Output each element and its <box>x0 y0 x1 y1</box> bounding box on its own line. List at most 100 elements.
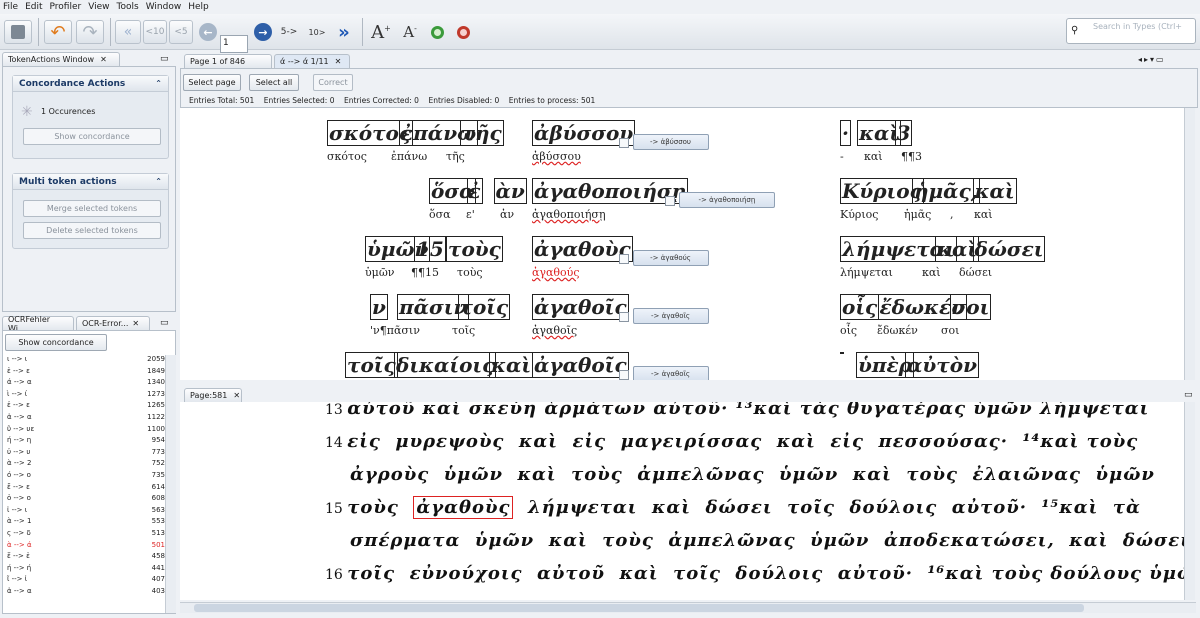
concordance-actions-header[interactable]: Concordance Actions ⌃ <box>13 76 168 92</box>
error-pattern-row[interactable]: ἔ --> ε 614 <box>7 483 165 494</box>
candidate-checkbox[interactable] <box>618 370 629 380</box>
menu-help[interactable]: Help <box>188 2 209 12</box>
select-page-button[interactable]: Select page <box>183 74 241 91</box>
token-image[interactable]: τοὺς <box>446 236 503 262</box>
token-image[interactable]: καὶ <box>972 178 1017 204</box>
token-image[interactable]: ν <box>370 294 388 320</box>
menu-window[interactable]: Window <box>146 2 182 12</box>
apply-correction-button[interactable]: -> ἀγαθούς <box>632 250 709 266</box>
tab-navigation-icons[interactable]: ◂▸▾▭ <box>1138 55 1166 64</box>
back-5-button[interactable]: <5 <box>169 20 193 44</box>
tab-token-actions[interactable]: TokenActions Window ✕ <box>2 52 120 66</box>
error-pattern-row[interactable]: ῦ --> υε 1100 <box>7 425 165 436</box>
tab-ocr-fehler[interactable]: OCRFehler Wi... <box>2 315 74 333</box>
error-pattern-row[interactable]: ή --> ή 441 <box>7 564 165 575</box>
error-pattern-row[interactable]: ι --> ι 2059 <box>7 355 165 366</box>
menu-tools[interactable]: Tools <box>117 2 139 12</box>
close-icon[interactable]: ✕ <box>233 391 240 400</box>
candidate-token-image[interactable]: ἀγαθοῖς <box>532 294 629 320</box>
tab-ocr-error[interactable]: OCR-Error... ✕ <box>76 316 150 330</box>
redo-button[interactable]: ↷ <box>76 20 104 44</box>
error-pattern-row[interactable]: ἐ --> ε 1265 <box>7 401 165 412</box>
error-pattern-row[interactable]: ὶ --> ί 1273 <box>7 390 165 401</box>
token-image[interactable]: · <box>840 120 851 146</box>
scroll-thumb[interactable] <box>194 604 1084 612</box>
concordance-scrollbar[interactable] <box>1184 108 1195 380</box>
close-icon[interactable]: ✕ <box>100 55 107 64</box>
tab-concordance[interactable]: ά --> ά 1/11 ✕ <box>274 54 350 68</box>
token-image[interactable]: 15 <box>414 236 446 262</box>
zoom-in-button[interactable] <box>426 20 448 44</box>
zoom-out-button[interactable] <box>452 20 474 44</box>
error-pattern-row[interactable]: ὰ --> 2 752 <box>7 459 165 470</box>
token-image[interactable]: δικαίοις <box>394 352 497 378</box>
error-pattern-row[interactable]: ὰ --> 1 553 <box>7 517 165 528</box>
multi-token-actions-header[interactable]: Multi token actions ⌃ <box>13 174 168 190</box>
token-image[interactable]: οἷς <box>840 294 880 320</box>
page-number-input[interactable]: 1 <box>220 35 248 53</box>
collapse-icon[interactable]: ⌃ <box>155 177 162 186</box>
candidate-checkbox[interactable] <box>618 138 629 148</box>
token-image[interactable]: αὐτὸν <box>905 352 979 378</box>
last-page-button[interactable]: » <box>332 20 356 44</box>
error-list-scrollbar[interactable] <box>165 355 176 613</box>
error-pattern-row[interactable]: ά --> α 1340 <box>7 378 165 389</box>
token-image[interactable]: σοι <box>949 294 992 320</box>
highlighted-token[interactable]: ἀγαθοὺς <box>413 496 514 519</box>
token-image[interactable]: ἐ <box>466 178 483 204</box>
error-pattern-row[interactable]: ό --> ο 735 <box>7 471 165 482</box>
error-pattern-row[interactable]: ή --> η 954 <box>7 436 165 447</box>
page-view-scrollbar[interactable] <box>1184 402 1195 600</box>
token-image[interactable] <box>840 352 844 354</box>
error-pattern-row[interactable]: ἰ --> ι 563 <box>7 506 165 517</box>
apply-correction-button[interactable]: -> ἀβύσσου <box>632 134 709 150</box>
select-all-button[interactable]: Select all <box>249 74 299 91</box>
token-image[interactable]: ὰν <box>493 178 527 204</box>
token-image[interactable]: τοῖς <box>457 294 511 320</box>
error-pattern-row[interactable]: ὰ --> ά 501 <box>7 541 165 552</box>
undo-button[interactable]: ↶ <box>44 20 72 44</box>
error-pattern-row[interactable]: ἕ --> ἑ 458 <box>7 552 165 563</box>
error-pattern-row[interactable]: ς --> δ 513 <box>7 529 165 540</box>
minimize-icon[interactable]: ▭ <box>1184 390 1193 400</box>
page-view-horizontal-scrollbar[interactable] <box>180 602 1196 613</box>
token-image[interactable]: ἡμᾶς, <box>912 178 980 204</box>
error-pattern-row[interactable]: ὁ --> ο 608 <box>7 494 165 505</box>
menu-edit[interactable]: Edit <box>25 2 42 12</box>
close-icon[interactable]: ✕ <box>132 319 139 328</box>
error-pattern-row[interactable]: ῖ --> ἰ 407 <box>7 575 165 586</box>
menu-profiler[interactable]: Profiler <box>50 2 82 12</box>
back-10-button[interactable]: <10 <box>143 20 167 44</box>
apply-correction-button[interactable]: -> ἀγαθοῖς <box>632 308 709 324</box>
menu-view[interactable]: View <box>88 2 109 12</box>
error-pattern-row[interactable]: ὐ --> υ 773 <box>7 448 165 459</box>
forward-10-button[interactable]: 10> <box>304 20 330 44</box>
error-pattern-row[interactable]: ἀ --> α 1122 <box>7 413 165 424</box>
tab-page[interactable]: Page 1 of 846 <box>184 54 272 68</box>
correct-button[interactable]: Correct <box>313 74 353 91</box>
merge-tokens-button[interactable]: Merge selected tokens <box>23 200 161 217</box>
candidate-checkbox[interactable] <box>618 254 629 264</box>
collapse-icon[interactable]: ⌃ <box>155 79 162 88</box>
candidate-token-image[interactable]: ἀγαθοῖς <box>532 352 629 378</box>
token-image[interactable]: τοῖς <box>345 352 398 378</box>
forward-5-button[interactable]: 5-> <box>276 20 302 44</box>
search-field[interactable]: ⚲ Search in Types (Ctrl+ <box>1066 18 1196 44</box>
show-concordance-button[interactable]: Show concordance <box>23 128 161 145</box>
candidate-checkbox[interactable] <box>618 312 629 322</box>
token-image[interactable]: δώσει <box>972 236 1046 262</box>
decrease-font-button[interactable]: A- <box>398 20 422 44</box>
first-page-button[interactable]: « <box>115 20 141 44</box>
token-image[interactable]: 3 <box>894 120 913 146</box>
token-image[interactable]: τῆς <box>459 120 504 146</box>
show-concordance-button[interactable]: Show concordance <box>5 334 107 351</box>
error-pattern-row[interactable]: ἑ --> ε 1849 <box>7 367 165 378</box>
candidate-checkbox[interactable] <box>664 196 675 206</box>
apply-correction-button[interactable]: -> ἀγαθοποιήσῃ <box>678 192 776 208</box>
delete-tokens-button[interactable]: Delete selected tokens <box>23 222 161 239</box>
error-pattern-row[interactable]: ἀ --> α 403 <box>7 587 165 598</box>
token-image[interactable]: καὶ <box>489 352 534 378</box>
tab-page-view[interactable]: Page:581 ✕ <box>184 388 242 402</box>
menu-file[interactable]: File <box>3 2 18 12</box>
close-icon[interactable]: ✕ <box>335 57 342 66</box>
